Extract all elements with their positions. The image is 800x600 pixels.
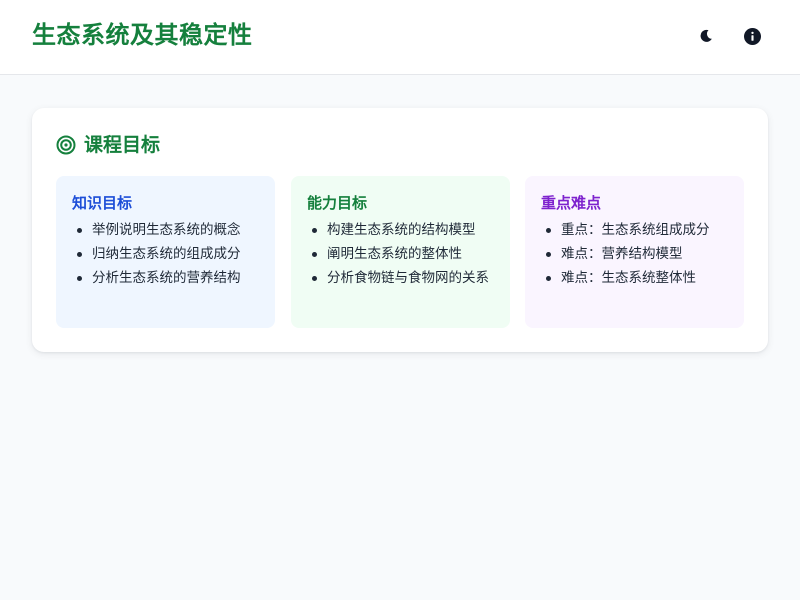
- list-item: 构建生态系统的结构模型: [307, 220, 494, 240]
- knowledge-goals-title: 知识目标: [72, 194, 133, 212]
- key-difficult-points-title: 重点难点: [541, 194, 602, 212]
- knowledge-goals-panel: 知识目标 举例说明生态系统的概念 归纳生态系统的组成成分 分析生态系统的营养结构: [56, 176, 275, 328]
- list-item: 难点：营养结构模型: [541, 244, 728, 264]
- list-item: 归纳生态系统的组成成分: [72, 244, 259, 264]
- target-icon: [56, 135, 76, 155]
- list-item: 难点：生态系统整体性: [541, 268, 728, 288]
- ability-goals-list: 构建生态系统的结构模型 阐明生态系统的整体性 分析食物链与食物网的关系: [307, 220, 494, 288]
- theme-toggle-button[interactable]: [692, 22, 720, 50]
- ability-goals-panel: 能力目标 构建生态系统的结构模型 阐明生态系统的整体性 分析食物链与食物网的关系: [291, 176, 510, 328]
- info-button[interactable]: [738, 22, 766, 50]
- ability-goals-title: 能力目标: [307, 194, 368, 212]
- page-title: 生态系统及其稳定性: [32, 21, 253, 49]
- list-item: 举例说明生态系统的概念: [72, 220, 259, 240]
- knowledge-goals-list: 举例说明生态系统的概念 归纳生态系统的组成成分 分析生态系统的营养结构: [72, 220, 259, 288]
- key-difficult-points-panel: 重点难点 重点：生态系统组成成分 难点：营养结构模型 难点：生态系统整体性: [525, 176, 744, 328]
- list-item: 阐明生态系统的整体性: [307, 244, 494, 264]
- app-header: 生态系统及其稳定性: [0, 0, 800, 75]
- course-goals-title: 课程目标: [84, 134, 161, 156]
- moon-icon: [700, 29, 712, 42]
- info-icon: [743, 27, 761, 45]
- list-item: 重点：生态系统组成成分: [541, 220, 728, 240]
- course-goals-header: 课程目标: [56, 132, 160, 158]
- list-item: 分析食物链与食物网的关系: [307, 268, 494, 288]
- key-difficult-points-list: 重点：生态系统组成成分 难点：营养结构模型 难点：生态系统整体性: [541, 220, 728, 288]
- course-goals-card: 课程目标 知识目标 举例说明生态系统的概念 归纳生态系统的组成成分 分析生态系统…: [32, 108, 768, 352]
- list-item: 分析生态系统的营养结构: [72, 268, 259, 288]
